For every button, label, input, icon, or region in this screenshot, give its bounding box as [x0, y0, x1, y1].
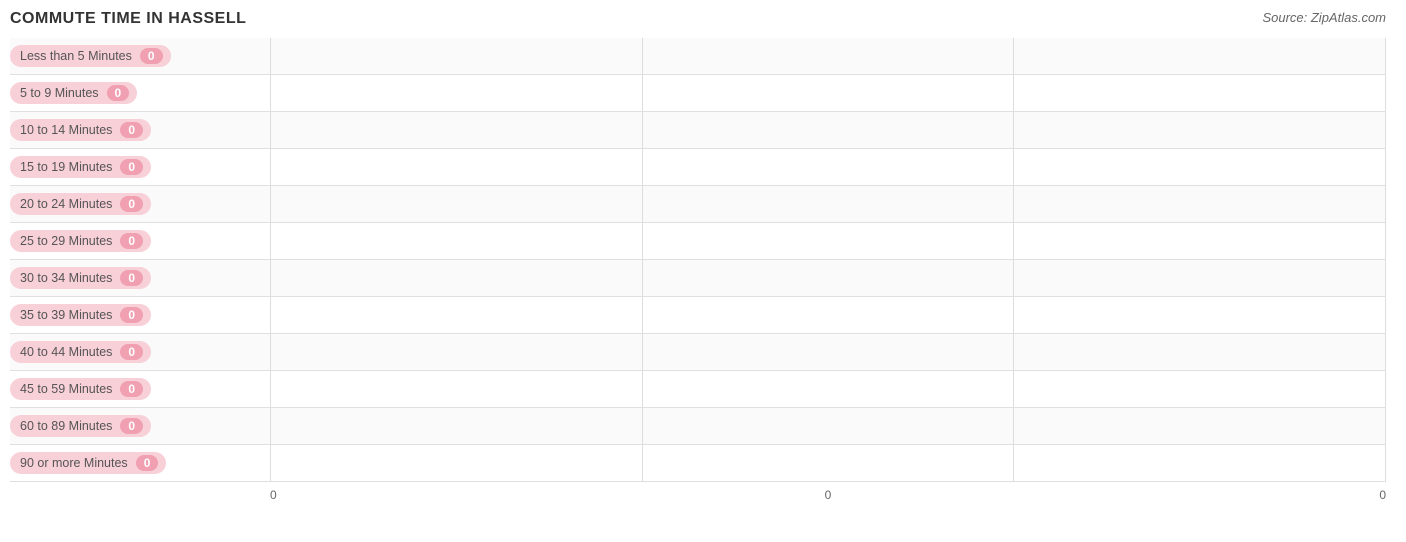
chart-source: Source: ZipAtlas.com [1262, 10, 1386, 25]
bar-value: 0 [136, 455, 159, 471]
bar-label-area: 35 to 39 Minutes 0 [10, 304, 270, 326]
bar-value: 0 [120, 344, 143, 360]
bar-label-area: 40 to 44 Minutes 0 [10, 341, 270, 363]
bar-track [270, 186, 1386, 222]
bar-track [270, 223, 1386, 259]
bar-row: 30 to 34 Minutes 0 [10, 260, 1386, 297]
bar-label: 5 to 9 Minutes [20, 86, 99, 100]
bar-value: 0 [107, 85, 130, 101]
bar-track [270, 260, 1386, 296]
chart-body: Less than 5 Minutes 0 5 to 9 Minutes 0 1 [10, 38, 1386, 482]
bar-value: 0 [120, 270, 143, 286]
bar-label-area: 30 to 34 Minutes 0 [10, 267, 270, 289]
bar-track [270, 445, 1386, 481]
bar-label: 15 to 19 Minutes [20, 160, 112, 174]
bar-row: 35 to 39 Minutes 0 [10, 297, 1386, 334]
bar-label-area: 45 to 59 Minutes 0 [10, 378, 270, 400]
bar-pill: 15 to 19 Minutes 0 [10, 156, 151, 178]
bar-pill: 60 to 89 Minutes 0 [10, 415, 151, 437]
bar-label-area: 90 or more Minutes 0 [10, 452, 270, 474]
bar-pill: 40 to 44 Minutes 0 [10, 341, 151, 363]
bar-value: 0 [120, 159, 143, 175]
x-axis-tick-0: 0 [270, 488, 642, 502]
bar-row: 60 to 89 Minutes 0 [10, 408, 1386, 445]
bar-pill: 35 to 39 Minutes 0 [10, 304, 151, 326]
bar-row: 10 to 14 Minutes 0 [10, 112, 1386, 149]
bar-label: 20 to 24 Minutes [20, 197, 112, 211]
bar-row: 15 to 19 Minutes 0 [10, 149, 1386, 186]
bar-value: 0 [120, 196, 143, 212]
bar-label: 30 to 34 Minutes [20, 271, 112, 285]
bar-pill: 10 to 14 Minutes 0 [10, 119, 151, 141]
bar-pill: 45 to 59 Minutes 0 [10, 378, 151, 400]
bar-pill: 25 to 29 Minutes 0 [10, 230, 151, 252]
bar-row: 20 to 24 Minutes 0 [10, 186, 1386, 223]
bar-label-area: Less than 5 Minutes 0 [10, 45, 270, 67]
bar-row: 5 to 9 Minutes 0 [10, 75, 1386, 112]
bar-label: 90 or more Minutes [20, 456, 128, 470]
bar-label-area: 15 to 19 Minutes 0 [10, 156, 270, 178]
bar-value: 0 [140, 48, 163, 64]
bar-label: 25 to 29 Minutes [20, 234, 112, 248]
bars-container: Less than 5 Minutes 0 5 to 9 Minutes 0 1 [10, 38, 1386, 482]
chart-container: COMMUTE TIME IN HASSELL Source: ZipAtlas… [0, 0, 1406, 542]
bar-track [270, 75, 1386, 111]
bar-label: 40 to 44 Minutes [20, 345, 112, 359]
bar-track [270, 38, 1386, 74]
bar-track [270, 371, 1386, 407]
bar-label-area: 10 to 14 Minutes 0 [10, 119, 270, 141]
bar-track [270, 334, 1386, 370]
x-axis-tick-1: 0 [642, 488, 1014, 502]
chart-title: COMMUTE TIME IN HASSELL [10, 10, 246, 28]
bar-row: 45 to 59 Minutes 0 [10, 371, 1386, 408]
bar-value: 0 [120, 233, 143, 249]
bar-label-area: 25 to 29 Minutes 0 [10, 230, 270, 252]
bar-row: Less than 5 Minutes 0 [10, 38, 1386, 75]
bar-pill: 20 to 24 Minutes 0 [10, 193, 151, 215]
bar-pill: 90 or more Minutes 0 [10, 452, 166, 474]
bar-label: Less than 5 Minutes [20, 49, 132, 63]
bar-track [270, 112, 1386, 148]
bar-pill: 5 to 9 Minutes 0 [10, 82, 137, 104]
bar-row: 40 to 44 Minutes 0 [10, 334, 1386, 371]
bar-track [270, 297, 1386, 333]
bar-label: 45 to 59 Minutes [20, 382, 112, 396]
bar-label-area: 60 to 89 Minutes 0 [10, 415, 270, 437]
bar-label: 10 to 14 Minutes [20, 123, 112, 137]
bar-label: 60 to 89 Minutes [20, 419, 112, 433]
bar-row: 25 to 29 Minutes 0 [10, 223, 1386, 260]
bar-pill: 30 to 34 Minutes 0 [10, 267, 151, 289]
bar-label-area: 20 to 24 Minutes 0 [10, 193, 270, 215]
bar-label-area: 5 to 9 Minutes 0 [10, 82, 270, 104]
bar-label: 35 to 39 Minutes [20, 308, 112, 322]
x-axis-tick-2: 0 [1014, 488, 1386, 502]
bar-track [270, 408, 1386, 444]
bar-track [270, 149, 1386, 185]
bar-value: 0 [120, 418, 143, 434]
bar-pill: Less than 5 Minutes 0 [10, 45, 171, 67]
bar-value: 0 [120, 381, 143, 397]
bar-value: 0 [120, 307, 143, 323]
bar-value: 0 [120, 122, 143, 138]
chart-header: COMMUTE TIME IN HASSELL Source: ZipAtlas… [10, 10, 1386, 28]
bar-row: 90 or more Minutes 0 [10, 445, 1386, 482]
x-axis: 0 0 0 [270, 482, 1386, 502]
